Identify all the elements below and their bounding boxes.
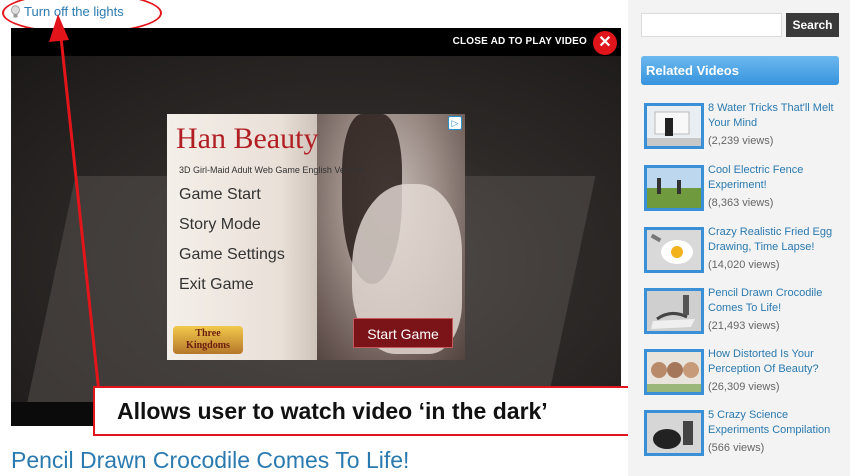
related-video-title[interactable]: 5 Crazy Science Experiments Compilation: [708, 408, 842, 438]
related-video-thumbnail[interactable]: [644, 410, 704, 456]
related-video-title[interactable]: Pencil Drawn Crocodile Comes To Life!: [708, 286, 842, 316]
annotation-callout: Allows user to watch video ‘in the dark’: [93, 386, 641, 436]
related-video-thumbnail[interactable]: [644, 288, 704, 334]
advertisement[interactable]: Han Beauty 3D Girl-Maid Adult Web Game E…: [167, 114, 465, 360]
related-video-title[interactable]: Crazy Realistic Fried Egg Drawing, Time …: [708, 225, 842, 255]
related-video-views: (566 views): [708, 442, 765, 454]
related-videos-header: Related Videos: [641, 56, 839, 85]
ad-menu-item[interactable]: Exit Game: [179, 276, 254, 294]
related-video-views: (2,239 views): [708, 135, 774, 147]
ad-choices-icon[interactable]: ▷: [448, 116, 462, 130]
ad-menu-item[interactable]: Story Mode: [179, 216, 261, 234]
related-video-views: (14,020 views): [708, 259, 780, 271]
related-video-item[interactable]: Pencil Drawn Crocodile Comes To Life! (2…: [644, 286, 844, 344]
related-video-views: (26,309 views): [708, 381, 780, 393]
ad-menu-item[interactable]: Game Settings: [179, 246, 285, 264]
ad-logo: Three Kingdoms: [173, 326, 243, 354]
ad-subtitle: 3D Girl-Maid Adult Web Game English Vers…: [179, 165, 365, 175]
related-video-item[interactable]: 5 Crazy Science Experiments Compilation …: [644, 408, 844, 466]
annotation-callout-text: Allows user to watch video ‘in the dark’: [117, 398, 548, 424]
related-video-thumbnail[interactable]: [644, 227, 704, 273]
related-video-views: (21,493 views): [708, 320, 780, 332]
video-title[interactable]: Pencil Drawn Crocodile Comes To Life!: [11, 447, 409, 474]
ad-start-game-button[interactable]: Start Game: [353, 318, 453, 348]
search-input[interactable]: [641, 13, 782, 37]
related-video-item[interactable]: Crazy Realistic Fried Egg Drawing, Time …: [644, 225, 844, 283]
video-player[interactable]: CLOSE AD TO PLAY VIDEO ✕ Han Beauty 3D G…: [11, 28, 621, 426]
related-video-thumbnail[interactable]: [644, 165, 704, 211]
related-video-views: (8,363 views): [708, 197, 774, 209]
related-video-title[interactable]: 8 Water Tricks That'll Melt Your Mind: [708, 101, 842, 131]
related-video-item[interactable]: 8 Water Tricks That'll Melt Your Mind (2…: [644, 101, 844, 159]
close-icon: ✕: [598, 34, 612, 51]
related-video-title[interactable]: How Distorted Is Your Perception Of Beau…: [708, 347, 842, 377]
sidebar: Search Related Videos 8 Water Tricks Tha…: [628, 0, 850, 476]
related-video-item[interactable]: How Distorted Is Your Perception Of Beau…: [644, 347, 844, 405]
ad-menu-item[interactable]: Game Start: [179, 186, 261, 204]
close-ad-label: CLOSE AD TO PLAY VIDEO: [452, 36, 587, 47]
related-video-thumbnail[interactable]: [644, 349, 704, 395]
related-video-thumbnail[interactable]: [644, 103, 704, 149]
search-button[interactable]: Search: [786, 13, 839, 37]
ad-title: Han Beauty: [176, 122, 319, 155]
close-ad-button[interactable]: ✕: [593, 31, 617, 55]
related-video-item[interactable]: Cool Electric Fence Experiment! (8,363 v…: [644, 163, 844, 221]
related-video-title[interactable]: Cool Electric Fence Experiment!: [708, 163, 842, 193]
